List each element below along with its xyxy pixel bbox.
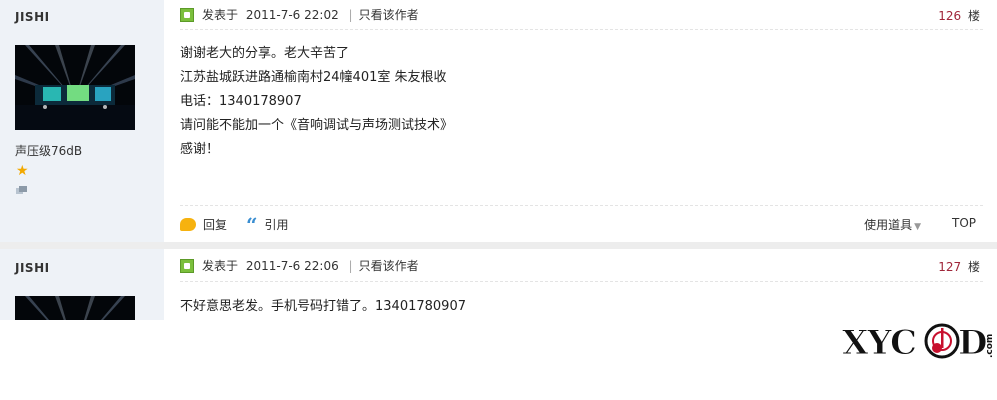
post-separator xyxy=(0,242,997,249)
author-sidebar: JISHI xyxy=(0,249,164,320)
post-126: JISHI 声压级76dB ★ 发表于 2011-7-6 22:02 | 只看该… xyxy=(0,0,997,242)
top-link[interactable]: TOP xyxy=(952,216,976,230)
logo-icon: XYC A D .com xyxy=(842,323,996,364)
post-body: 不好意思老发。手机号码打错了。13401780907 xyxy=(180,295,466,319)
posted-label: 发表于 xyxy=(202,8,239,22)
xycad-watermark-logo: XYC A D .com xyxy=(840,318,997,368)
post-meta: 发表于 2011-7-6 22:06 | 只看该作者 xyxy=(180,257,419,274)
svg-text:D: D xyxy=(958,323,987,363)
post-date: 2011-7-6 22:06 xyxy=(245,259,339,273)
post-body: 谢谢老大的分享。老大辛苦了 江苏盐城跃进路通榆南村24幢401室 朱友根收 电话… xyxy=(180,42,453,162)
svg-text:XYC: XYC xyxy=(842,323,916,363)
poster-icon xyxy=(180,259,194,273)
posted-label: 发表于 xyxy=(202,259,239,273)
separator: | xyxy=(348,8,353,22)
divider xyxy=(180,205,983,206)
reply-label: 回复 xyxy=(203,218,228,232)
post-line: 请问能不能加一个《音响调试与声场测试技术》 xyxy=(180,118,454,133)
username-link[interactable]: JISHI xyxy=(15,10,50,24)
author-sidebar: JISHI 声压级76dB ★ xyxy=(0,0,164,242)
post-content: 发表于 2011-7-6 22:02 | 只看该作者 126 楼 谢谢老大的分享。… xyxy=(164,0,997,242)
separator: | xyxy=(348,259,353,273)
author-only-link[interactable]: 只看该作者 xyxy=(359,8,419,22)
post-meta: 发表于 2011-7-6 22:02 | 只看该作者 xyxy=(180,6,419,23)
floor-number: 126 楼 xyxy=(938,7,980,24)
quote-label: 引用 xyxy=(264,218,289,232)
user-rank: 声压级76dB xyxy=(15,144,83,158)
post-actions: 回复 “ 引用 使用道具 ▼ TOP xyxy=(180,213,981,235)
quote-button[interactable]: “ 引用 xyxy=(246,212,289,237)
floor-number-value: 127 xyxy=(938,260,962,274)
online-status-icon xyxy=(16,186,27,194)
divider xyxy=(180,29,983,30)
floor-number: 127 楼 xyxy=(938,258,980,275)
quote-icon: “ xyxy=(246,212,258,237)
svg-text:.com: .com xyxy=(985,334,995,358)
star-icon: ★ xyxy=(16,163,29,179)
post-line: 谢谢老大的分享。老大辛苦了 xyxy=(180,46,350,61)
reply-button[interactable]: 回复 xyxy=(180,216,227,233)
floor-label: 楼 xyxy=(967,9,980,23)
divider xyxy=(180,281,983,282)
post-line: 电话：1340178907 xyxy=(180,94,302,109)
avatar-image xyxy=(15,45,135,130)
use-tools-menu[interactable]: 使用道具 ▼ xyxy=(864,216,921,233)
tools-label: 使用道具 xyxy=(864,218,913,232)
post-line: 感谢！ xyxy=(180,142,220,157)
post-content: 发表于 2011-7-6 22:06 | 只看该作者 127 楼 不好意思老发。手… xyxy=(164,249,997,320)
post-line: 江苏盐城跃进路通榆南村24幢401室 朱友根收 xyxy=(180,70,447,85)
avatar[interactable] xyxy=(15,296,135,320)
avatar-image xyxy=(15,296,135,320)
chevron-down-icon: ▼ xyxy=(914,222,921,232)
post-127: JISHI 发表于 2011-7-6 22:06 | 只看该作者 127 楼 不好… xyxy=(0,249,997,320)
poster-icon xyxy=(180,8,194,22)
floor-number-value: 126 xyxy=(938,9,962,23)
floor-label: 楼 xyxy=(967,260,980,274)
username-link[interactable]: JISHI xyxy=(15,261,50,275)
author-only-link[interactable]: 只看该作者 xyxy=(359,259,419,273)
post-line: 不好意思老发。手机号码打错了。13401780907 xyxy=(180,299,466,314)
post-date: 2011-7-6 22:02 xyxy=(245,8,339,22)
reply-icon xyxy=(180,218,196,231)
avatar[interactable] xyxy=(15,45,135,130)
